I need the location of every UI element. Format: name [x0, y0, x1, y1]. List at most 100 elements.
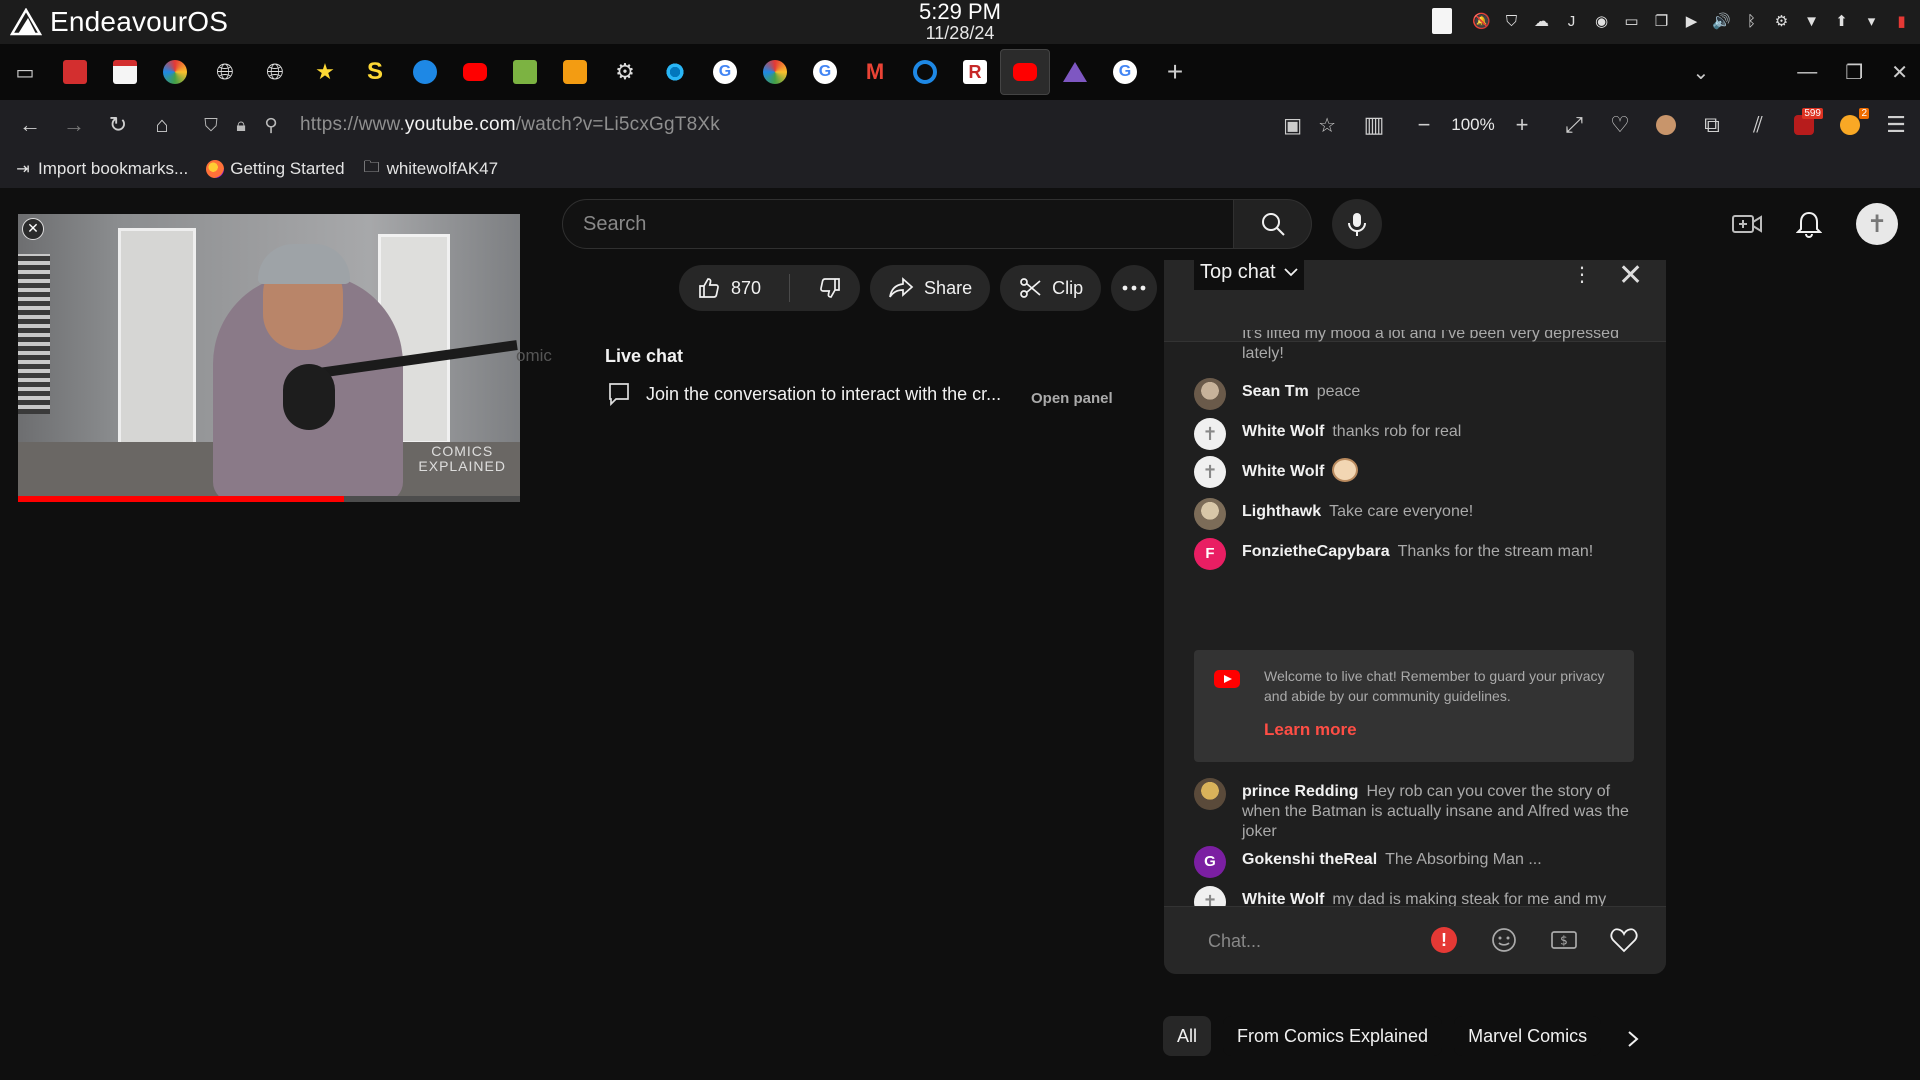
- sidebar-icon[interactable]: ▥: [1352, 105, 1396, 145]
- create-video-icon[interactable]: [1732, 212, 1762, 236]
- extensions-icon[interactable]: ⧉: [1690, 105, 1734, 145]
- video-progress-bar[interactable]: [18, 496, 520, 502]
- tray-expand-icon[interactable]: ▾: [1861, 11, 1882, 32]
- system-clock[interactable]: 5:29 PM 11/28/24: [919, 1, 1001, 43]
- notifications-muted-icon[interactable]: 🔕: [1471, 11, 1492, 32]
- chat-message[interactable]: prince Redding Hey rob can you cover the …: [1194, 778, 1634, 842]
- open-panel-button[interactable]: Open panel: [1031, 390, 1113, 407]
- chat-input[interactable]: Chat...: [1208, 931, 1261, 952]
- chat-message[interactable]: ✝ White Wolf thanks rob for real: [1194, 418, 1634, 450]
- chat-message[interactable]: F FonzietheCapybara Thanks for the stream…: [1194, 538, 1634, 570]
- chat-message[interactable]: G Gokenshi theReal The Absorbing Man ...: [1194, 846, 1634, 878]
- alert-icon[interactable]: !: [1429, 925, 1459, 955]
- bookmark-getting-started[interactable]: Getting Started: [206, 159, 345, 179]
- chips-next-button[interactable]: [1618, 1024, 1648, 1054]
- weather-icon[interactable]: ☁: [1531, 11, 1552, 32]
- tab-r-app[interactable]: R: [950, 49, 1000, 95]
- heart-icon[interactable]: [1609, 925, 1639, 955]
- tab-overview-icon[interactable]: ▭: [0, 49, 50, 95]
- wifi-icon[interactable]: ▼: [1801, 11, 1822, 32]
- tab-green-app[interactable]: [500, 49, 550, 95]
- chip-all[interactable]: All: [1163, 1016, 1212, 1056]
- more-actions-button[interactable]: [1111, 265, 1158, 311]
- close-window-icon[interactable]: ✕: [1891, 60, 1908, 85]
- search-button[interactable]: [1234, 199, 1312, 249]
- chip-marvel-comics[interactable]: Marvel Comics: [1454, 1016, 1602, 1056]
- voice-search-button[interactable]: [1332, 199, 1382, 249]
- j-app-icon[interactable]: J: [1561, 11, 1582, 32]
- share-button[interactable]: Share: [870, 265, 991, 311]
- tab-star[interactable]: ★: [300, 49, 350, 95]
- lock-icon[interactable]: 🔒︎: [226, 115, 256, 136]
- live-chat-join-row[interactable]: Join the conversation to interact with t…: [608, 382, 1001, 406]
- chat-message[interactable]: Lighthawk Take care everyone!: [1194, 498, 1634, 530]
- battery-icon[interactable]: ▮: [1891, 11, 1912, 32]
- new-tab-button[interactable]: +: [1150, 56, 1200, 88]
- tab-google-3[interactable]: G: [1100, 49, 1150, 95]
- chat-message[interactable]: Sean Tm peace: [1194, 378, 1634, 410]
- tracking-shield-icon[interactable]: ⛉: [196, 115, 226, 136]
- bookmark-import[interactable]: ⇥ Import bookmarks...: [14, 159, 188, 179]
- tab-blue-wave[interactable]: [400, 49, 450, 95]
- menu-hamburger-icon[interactable]: ☰: [1874, 105, 1918, 145]
- top-chat-dropdown[interactable]: Top chat: [1194, 260, 1304, 290]
- url-text[interactable]: https://www.youtube.com/watch?v=Li5cxGgT…: [300, 114, 720, 136]
- search-input[interactable]: Search: [562, 199, 1234, 249]
- tab-globe-1[interactable]: 🌐︎: [200, 49, 250, 95]
- shield-icon[interactable]: ⛉: [1501, 11, 1522, 32]
- address-bar[interactable]: ⛉ 🔒︎ ⚲ https://www.youtube.com/watch?v=L…: [196, 105, 1336, 145]
- os-brand[interactable]: EndeavourOS: [10, 6, 228, 38]
- chat-message[interactable]: ✝ White Wolf: [1194, 456, 1634, 488]
- reader-view-icon[interactable]: ▣: [1283, 113, 1302, 138]
- chip-from-channel[interactable]: From Comics Explained: [1223, 1016, 1443, 1056]
- tab-s-app[interactable]: S: [350, 49, 400, 95]
- ublock-icon[interactable]: 599: [1782, 105, 1826, 145]
- tab-colorful-2[interactable]: [750, 49, 800, 95]
- tab-google-2[interactable]: G: [800, 49, 850, 95]
- chat-message-list[interactable]: It's lifted my mood a lot and I've been …: [1164, 330, 1666, 906]
- zoom-level[interactable]: 100%: [1448, 115, 1498, 135]
- fullscreen-icon[interactable]: ⤢: [1552, 105, 1596, 145]
- clip-button[interactable]: Clip: [1000, 265, 1102, 311]
- reload-button[interactable]: ↻: [96, 105, 140, 145]
- tab-blue-dots[interactable]: [650, 49, 700, 95]
- tab-calendar-white[interactable]: [100, 49, 150, 95]
- close-chat-icon[interactable]: ✕: [1618, 260, 1643, 293]
- dislike-button[interactable]: [800, 265, 860, 311]
- terminal-icon[interactable]: ▭: [1621, 11, 1642, 32]
- chat-message[interactable]: ✝ White Wolf my dad is making steak for m…: [1194, 886, 1634, 906]
- bookmark-star-icon[interactable]: ☆: [1318, 113, 1336, 138]
- emoji-picker-icon[interactable]: [1489, 925, 1519, 955]
- bookmark-folder-whitewolf[interactable]: 🗀 whitewolfAK47: [363, 159, 499, 179]
- like-button[interactable]: 870: [679, 265, 779, 311]
- extension-orange-icon[interactable]: 2: [1828, 105, 1872, 145]
- media-play-icon[interactable]: ▶: [1681, 11, 1702, 32]
- minimize-icon[interactable]: —: [1797, 61, 1817, 84]
- tab-blue-ring[interactable]: [900, 49, 950, 95]
- tab-youtube-1[interactable]: [450, 49, 500, 95]
- back-button[interactable]: ←: [8, 105, 52, 145]
- super-chat-icon[interactable]: $: [1549, 925, 1579, 955]
- settings-icon[interactable]: ⚙: [1771, 11, 1792, 32]
- tab-gmail[interactable]: M: [850, 49, 900, 95]
- volume-icon[interactable]: 🔊: [1711, 11, 1732, 32]
- tab-globe-2[interactable]: 🌐︎: [250, 49, 300, 95]
- document-icon[interactable]: [1432, 8, 1452, 34]
- restore-icon[interactable]: ❐: [1845, 60, 1863, 85]
- tab-youtube-active[interactable]: [1000, 49, 1050, 95]
- permissions-icon[interactable]: ⚲: [256, 115, 286, 136]
- forward-button[interactable]: →: [52, 105, 96, 145]
- zoom-in-button[interactable]: +: [1500, 105, 1544, 145]
- tab-chrome-like[interactable]: ⚙: [600, 49, 650, 95]
- home-button[interactable]: ⌂: [140, 105, 184, 145]
- update-icon[interactable]: ⬆: [1831, 11, 1852, 32]
- steam-icon[interactable]: ◉: [1591, 11, 1612, 32]
- tab-colorful[interactable]: [150, 49, 200, 95]
- learn-more-link[interactable]: Learn more: [1264, 720, 1357, 740]
- library-icon[interactable]: ⫽: [1736, 105, 1780, 145]
- mini-player[interactable]: COMICS EXPLAINED ✕: [18, 214, 520, 502]
- zoom-out-button[interactable]: −: [1402, 105, 1446, 145]
- tab-orange-app[interactable]: [550, 49, 600, 95]
- tab-calendar-red[interactable]: [50, 49, 100, 95]
- tab-purple-triangle[interactable]: [1050, 49, 1100, 95]
